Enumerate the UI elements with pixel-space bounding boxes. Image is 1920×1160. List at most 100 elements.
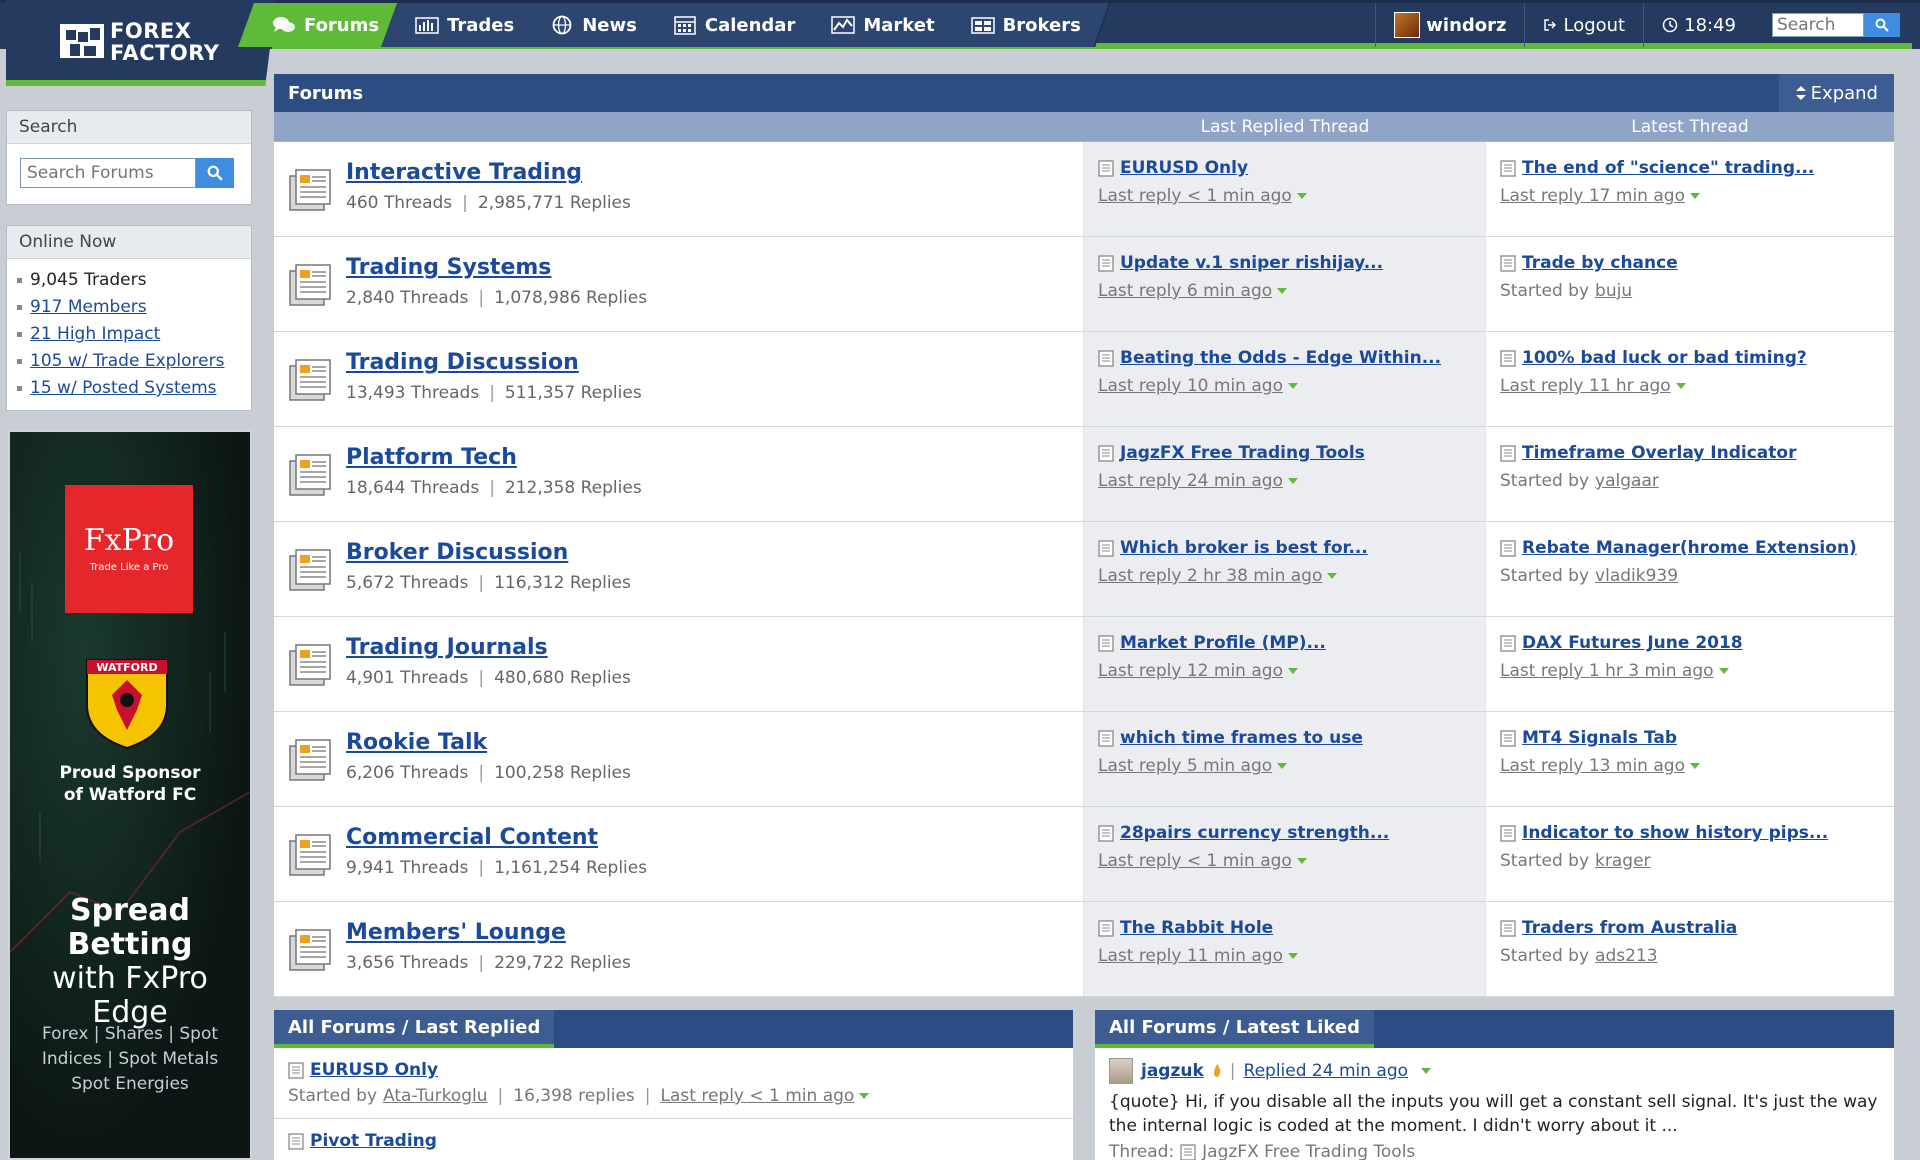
author-link[interactable]: yalgaar	[1595, 471, 1659, 491]
last-reply-link[interactable]: Last reply 24 min ago	[1098, 471, 1283, 491]
last-reply-link[interactable]: Last reply < 1 min ago	[661, 1086, 855, 1106]
search-forums-button[interactable]	[196, 158, 234, 188]
avatar[interactable]	[1109, 1058, 1133, 1084]
thread-title-link[interactable]: EURUSD Only	[1120, 158, 1248, 178]
thread-title-link[interactable]: Traders from Australia	[1522, 918, 1737, 938]
tab-market[interactable]: Market	[797, 3, 965, 47]
thread-title-link[interactable]: Update v.1 sniper rishijay...	[1120, 253, 1383, 273]
top-search-input[interactable]	[1772, 13, 1864, 37]
forum-title-link[interactable]: Platform Tech	[346, 445, 1083, 470]
thread-title-link[interactable]: 28pairs currency strength...	[1120, 823, 1389, 843]
last-reply-link[interactable]: Last reply 6 min ago	[1098, 281, 1272, 301]
dropdown-triangle-icon[interactable]	[1327, 573, 1338, 579]
online-item[interactable]: 21 High Impact	[17, 321, 241, 348]
thread-title-link[interactable]: Beating the Odds - Edge Within...	[1120, 348, 1441, 368]
dropdown-triangle-icon[interactable]	[1287, 478, 1298, 484]
liked-post-thread-link[interactable]: JagzFX Free Trading Tools	[1202, 1142, 1415, 1160]
tab-brokers[interactable]: Brokers	[936, 3, 1111, 47]
tab-trades[interactable]: Trades	[381, 3, 545, 47]
tab-all-forums-last-replied[interactable]: All Forums / Last Replied	[274, 1010, 555, 1048]
tab-all-forums-latest-liked[interactable]: All Forums / Latest Liked	[1095, 1010, 1374, 1048]
dropdown-triangle-icon[interactable]	[1689, 193, 1700, 199]
thread-title-link[interactable]: DAX Futures June 2018	[1522, 633, 1743, 653]
last-reply-link[interactable]: Last reply 5 min ago	[1098, 756, 1272, 776]
dropdown-triangle-icon[interactable]	[1287, 668, 1298, 674]
thread-title-link[interactable]: Trade by chance	[1522, 253, 1678, 273]
dropdown-triangle-icon[interactable]	[1287, 383, 1298, 389]
thread-title-link[interactable]: Which broker is best for...	[1120, 538, 1368, 558]
last-reply-link[interactable]: Last reply 13 min ago	[1500, 756, 1685, 776]
bullet-icon	[17, 386, 22, 391]
thread-title-link[interactable]: EURUSD Only	[310, 1060, 438, 1080]
started-by-label: Started by	[1500, 566, 1590, 586]
thread-title-link[interactable]: which time frames to use	[1120, 728, 1363, 748]
online-item-label[interactable]: 105 w/ Trade Explorers	[30, 348, 224, 375]
thread-title-link[interactable]: Indicator to show history pips...	[1522, 823, 1828, 843]
author-link[interactable]: krager	[1595, 851, 1651, 871]
forum-title-link[interactable]: Members' Lounge	[346, 920, 1083, 945]
last-reply-link[interactable]: Last reply 10 min ago	[1098, 376, 1283, 396]
author-link[interactable]: vladik939	[1595, 566, 1678, 586]
online-item[interactable]: 15 w/ Posted Systems	[17, 375, 241, 402]
forum-title-link[interactable]: Broker Discussion	[346, 540, 1083, 565]
thread-title-link[interactable]: The Rabbit Hole	[1120, 918, 1273, 938]
thread-title-link[interactable]: 100% bad luck or bad timing?	[1522, 348, 1807, 368]
forum-title-link[interactable]: Commercial Content	[346, 825, 1083, 850]
last-reply-link[interactable]: Last reply 2 hr 38 min ago	[1098, 566, 1322, 586]
dropdown-triangle-icon[interactable]	[859, 1093, 870, 1099]
tab-news[interactable]: News	[516, 3, 667, 47]
dropdown-triangle-icon[interactable]	[1675, 383, 1686, 389]
forum-stats: 6,206 Threads | 100,258 Replies	[346, 763, 1083, 783]
dropdown-triangle-icon[interactable]	[1689, 763, 1700, 769]
last-reply-link[interactable]: Last reply 17 min ago	[1500, 186, 1685, 206]
tab-calendar[interactable]: Calendar	[638, 3, 826, 47]
liked-post-thread: Thread: JagzFX Free Trading Tools	[1109, 1142, 1880, 1160]
last-reply-link[interactable]: Last reply 11 min ago	[1098, 946, 1283, 966]
search-forums-input[interactable]	[20, 158, 196, 188]
liked-post-user[interactable]: jagzuk	[1141, 1061, 1204, 1081]
tab-forums[interactable]: Forums	[237, 3, 410, 47]
last-reply-link[interactable]: Last reply < 1 min ago	[1098, 186, 1292, 206]
last-reply-link[interactable]: Last reply 11 hr ago	[1500, 376, 1671, 396]
thread-title-link[interactable]: MT4 Signals Tab	[1522, 728, 1677, 748]
forum-title-link[interactable]: Trading Journals	[346, 635, 1083, 660]
last-reply-link[interactable]: Last reply 1 hr 3 min ago	[1500, 661, 1714, 681]
thread-title-link[interactable]: Market Profile (MP)...	[1120, 633, 1326, 653]
online-item[interactable]: 917 Members	[17, 294, 241, 321]
forum-title-link[interactable]: Rookie Talk	[346, 730, 1083, 755]
thread-icon	[1500, 254, 1516, 272]
dropdown-triangle-icon[interactable]	[1277, 763, 1288, 769]
clock[interactable]: 18:49	[1643, 3, 1754, 47]
dropdown-triangle-icon[interactable]	[1296, 858, 1307, 864]
forum-title-link[interactable]: Trading Discussion	[346, 350, 1083, 375]
expand-button[interactable]: Expand	[1778, 74, 1894, 112]
fxpro-advertisement[interactable]: FxPro Trade Like a Pro WATFORD Proud Spo…	[8, 430, 252, 1160]
thread-title-link[interactable]: Pivot Trading	[310, 1131, 437, 1151]
forum-title-link[interactable]: Trading Systems	[346, 255, 1083, 280]
thread-title-link[interactable]: JagzFX Free Trading Tools	[1120, 443, 1365, 463]
user-menu[interactable]: windorz	[1375, 3, 1524, 47]
last-reply-link[interactable]: Last reply 12 min ago	[1098, 661, 1283, 681]
liked-post-replied[interactable]: Replied 24 min ago	[1244, 1061, 1409, 1081]
dropdown-triangle-icon[interactable]	[1296, 193, 1307, 199]
dropdown-triangle-icon[interactable]	[1421, 1068, 1432, 1074]
logo[interactable]: FOREX FACTORY	[6, 0, 276, 86]
thread-title-link[interactable]: Timeframe Overlay Indicator	[1522, 443, 1796, 463]
online-item-label[interactable]: 917 Members	[30, 294, 147, 321]
author-link[interactable]: buju	[1595, 281, 1632, 301]
author-link[interactable]: Ata-Turkoglu	[383, 1086, 487, 1106]
reply-count: 2,985,771 Replies	[477, 193, 631, 213]
thread-title-link[interactable]: Rebate Manager(hrome Extension)	[1522, 538, 1857, 558]
forum-title-link[interactable]: Interactive Trading	[346, 160, 1083, 185]
last-reply-link[interactable]: Last reply < 1 min ago	[1098, 851, 1292, 871]
logout-link[interactable]: Logout	[1524, 3, 1643, 47]
thread-title-link[interactable]: The end of "science" trading...	[1522, 158, 1814, 178]
top-search-button[interactable]	[1864, 13, 1900, 37]
online-item-label[interactable]: 21 High Impact	[30, 321, 160, 348]
author-link[interactable]: ads213	[1595, 946, 1658, 966]
dropdown-triangle-icon[interactable]	[1287, 953, 1298, 959]
dropdown-triangle-icon[interactable]	[1277, 288, 1288, 294]
dropdown-triangle-icon[interactable]	[1718, 668, 1729, 674]
online-item-label[interactable]: 15 w/ Posted Systems	[30, 375, 217, 402]
online-item[interactable]: 105 w/ Trade Explorers	[17, 348, 241, 375]
